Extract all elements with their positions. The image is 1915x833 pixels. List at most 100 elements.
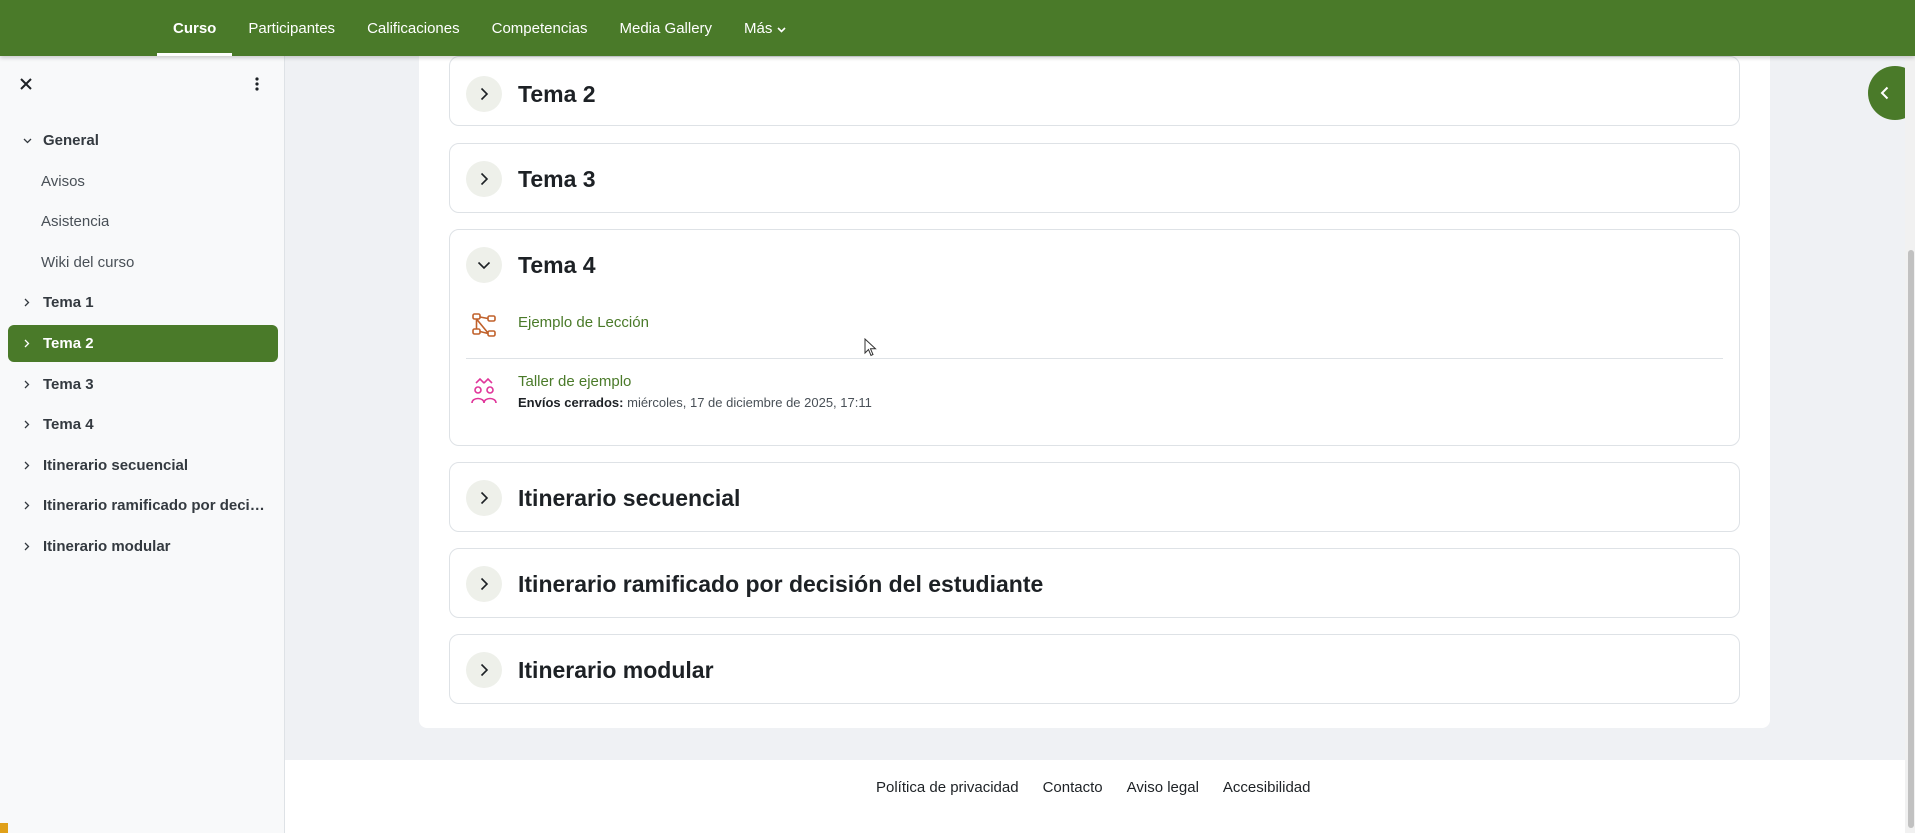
course-index-tema-4[interactable]: Tema 4 xyxy=(8,406,278,443)
course-index-label: Tema 2 xyxy=(43,334,94,352)
expand-section-button[interactable] xyxy=(466,76,502,112)
section-header: Itinerario secuencial xyxy=(466,479,740,517)
workshop-icon xyxy=(466,373,502,409)
chevron-down-icon[interactable] xyxy=(20,138,34,144)
chevron-right-icon[interactable] xyxy=(20,380,34,389)
course-index-tema-3[interactable]: Tema 3 xyxy=(8,366,278,403)
chevron-right-icon[interactable] xyxy=(20,339,34,348)
course-index-list: General Avisos Asistencia Wiki del curso… xyxy=(8,122,278,569)
course-index-wiki[interactable]: Wiki del curso xyxy=(8,244,278,281)
lesson-icon xyxy=(466,307,502,343)
collapse-section-button[interactable] xyxy=(466,247,502,283)
dates-label: Envíos cerrados: xyxy=(518,395,624,410)
tab-participantes[interactable]: Participantes xyxy=(232,0,351,56)
activity-link[interactable]: Taller de ejemplo xyxy=(518,373,872,390)
course-index-label: Tema 3 xyxy=(43,375,94,393)
footer-link-contacto[interactable]: Contacto xyxy=(1043,779,1103,796)
tab-label: Media Gallery xyxy=(619,19,713,37)
course-index-avisos[interactable]: Avisos xyxy=(8,163,278,200)
activity-divider xyxy=(466,358,1723,359)
section-header: Tema 3 xyxy=(466,160,596,198)
tab-label: Curso xyxy=(173,19,217,37)
chevron-right-icon xyxy=(480,577,488,591)
activity-link[interactable]: Ejemplo de Lección xyxy=(518,314,649,331)
section-title[interactable]: Tema 3 xyxy=(518,166,596,193)
tab-label: Participantes xyxy=(248,19,336,37)
course-index-label: Asistencia xyxy=(41,213,110,231)
course-index-label: Itinerario modular xyxy=(43,537,171,555)
course-index-label: Itinerario ramificado por decisión del e… xyxy=(43,497,271,515)
expand-section-button[interactable] xyxy=(466,566,502,602)
course-index-label: Tema 1 xyxy=(43,294,94,312)
course-index-asistencia[interactable]: Asistencia xyxy=(8,203,278,240)
chevron-right-icon xyxy=(480,663,488,677)
close-icon xyxy=(20,78,32,90)
tab-label: Más xyxy=(744,19,773,37)
tab-competencias[interactable]: Competencias xyxy=(476,0,604,56)
section-tema-3: Tema 3 xyxy=(449,143,1740,213)
course-index-tema-1[interactable]: Tema 1 xyxy=(8,284,278,321)
drawer-options-button[interactable] xyxy=(247,74,267,94)
activity-lesson: Ejemplo de Lección xyxy=(466,307,649,343)
course-index-itinerario-ramificado[interactable]: Itinerario ramificado por decisión del e… xyxy=(8,487,278,524)
course-index-itinerario-secuencial[interactable]: Itinerario secuencial xyxy=(8,447,278,484)
chevron-left-icon xyxy=(1880,86,1889,100)
course-index-tema-2[interactable]: Tema 2 xyxy=(8,324,278,362)
chevron-right-icon[interactable] xyxy=(20,501,34,510)
chevron-right-icon[interactable] xyxy=(20,461,34,470)
section-tema-4: Tema 4 Ejemplo de Lección Taller de ejem… xyxy=(449,229,1740,446)
course-index-label: Itinerario secuencial xyxy=(43,456,189,474)
tab-label: Calificaciones xyxy=(367,19,460,37)
expand-section-button[interactable] xyxy=(466,161,502,197)
corner-indicator xyxy=(0,823,8,833)
section-tema-2: Tema 2 xyxy=(449,56,1740,126)
course-index-label: Avisos xyxy=(41,172,85,190)
section-title[interactable]: Itinerario modular xyxy=(518,657,714,684)
chevron-down-icon xyxy=(477,261,491,269)
tab-calificaciones[interactable]: Calificaciones xyxy=(351,0,476,56)
section-header: Itinerario ramificado por decisión del e… xyxy=(466,565,1043,603)
chevron-right-icon[interactable] xyxy=(20,420,34,429)
chevron-right-icon xyxy=(480,87,488,101)
tab-curso[interactable]: Curso xyxy=(157,0,233,56)
close-drawer-button[interactable] xyxy=(16,74,36,94)
course-index-drawer: General Avisos Asistencia Wiki del curso… xyxy=(0,56,285,833)
dates-value: miércoles, 17 de diciembre de 2025, 17:1… xyxy=(623,395,872,410)
activity-workshop: Taller de ejemplo Envíos cerrados: miérc… xyxy=(466,373,872,410)
section-title[interactable]: Tema 2 xyxy=(518,81,596,108)
course-index-general[interactable]: General xyxy=(8,122,278,159)
tab-mas[interactable]: Más xyxy=(728,0,802,56)
expand-section-button[interactable] xyxy=(466,652,502,688)
course-tabs: Curso Participantes Calificaciones Compe… xyxy=(157,0,802,56)
chevron-right-icon[interactable] xyxy=(20,298,34,307)
page-scrollbar-thumb[interactable] xyxy=(1908,250,1914,828)
section-title[interactable]: Itinerario ramificado por decisión del e… xyxy=(518,571,1043,598)
footer-link-accesibilidad[interactable]: Accesibilidad xyxy=(1223,779,1311,796)
tab-label: Competencias xyxy=(491,19,588,37)
mouse-cursor-icon xyxy=(864,338,877,357)
top-navbar: Curso Participantes Calificaciones Compe… xyxy=(0,0,1915,56)
chevron-right-icon xyxy=(480,491,488,505)
section-title[interactable]: Tema 4 xyxy=(518,252,596,279)
section-header: Tema 2 xyxy=(466,75,596,113)
kebab-menu-icon xyxy=(255,77,259,91)
section-itinerario-modular: Itinerario modular xyxy=(449,634,1740,704)
chevron-right-icon xyxy=(480,172,488,186)
footer-link-aviso-legal[interactable]: Aviso legal xyxy=(1127,779,1199,796)
course-index-label: Wiki del curso xyxy=(41,253,135,271)
footer-links: Política de privacidad Contacto Aviso le… xyxy=(876,760,1334,815)
section-header: Itinerario modular xyxy=(466,651,714,689)
chevron-down-icon xyxy=(777,20,786,37)
tab-media-gallery[interactable]: Media Gallery xyxy=(604,0,729,56)
page-footer: Política de privacidad Contacto Aviso le… xyxy=(285,760,1905,833)
course-index-itinerario-modular[interactable]: Itinerario modular xyxy=(8,528,278,565)
course-index-label: General xyxy=(43,132,99,149)
section-itinerario-ramificado: Itinerario ramificado por decisión del e… xyxy=(449,548,1740,618)
expand-section-button[interactable] xyxy=(466,480,502,516)
activity-dates: Envíos cerrados: miércoles, 17 de diciem… xyxy=(518,395,872,410)
chevron-right-icon[interactable] xyxy=(20,542,34,551)
footer-link-privacidad[interactable]: Política de privacidad xyxy=(876,779,1019,796)
course-index-label: Tema 4 xyxy=(43,416,94,434)
section-title[interactable]: Itinerario secuencial xyxy=(518,485,740,512)
section-itinerario-secuencial: Itinerario secuencial xyxy=(449,462,1740,532)
